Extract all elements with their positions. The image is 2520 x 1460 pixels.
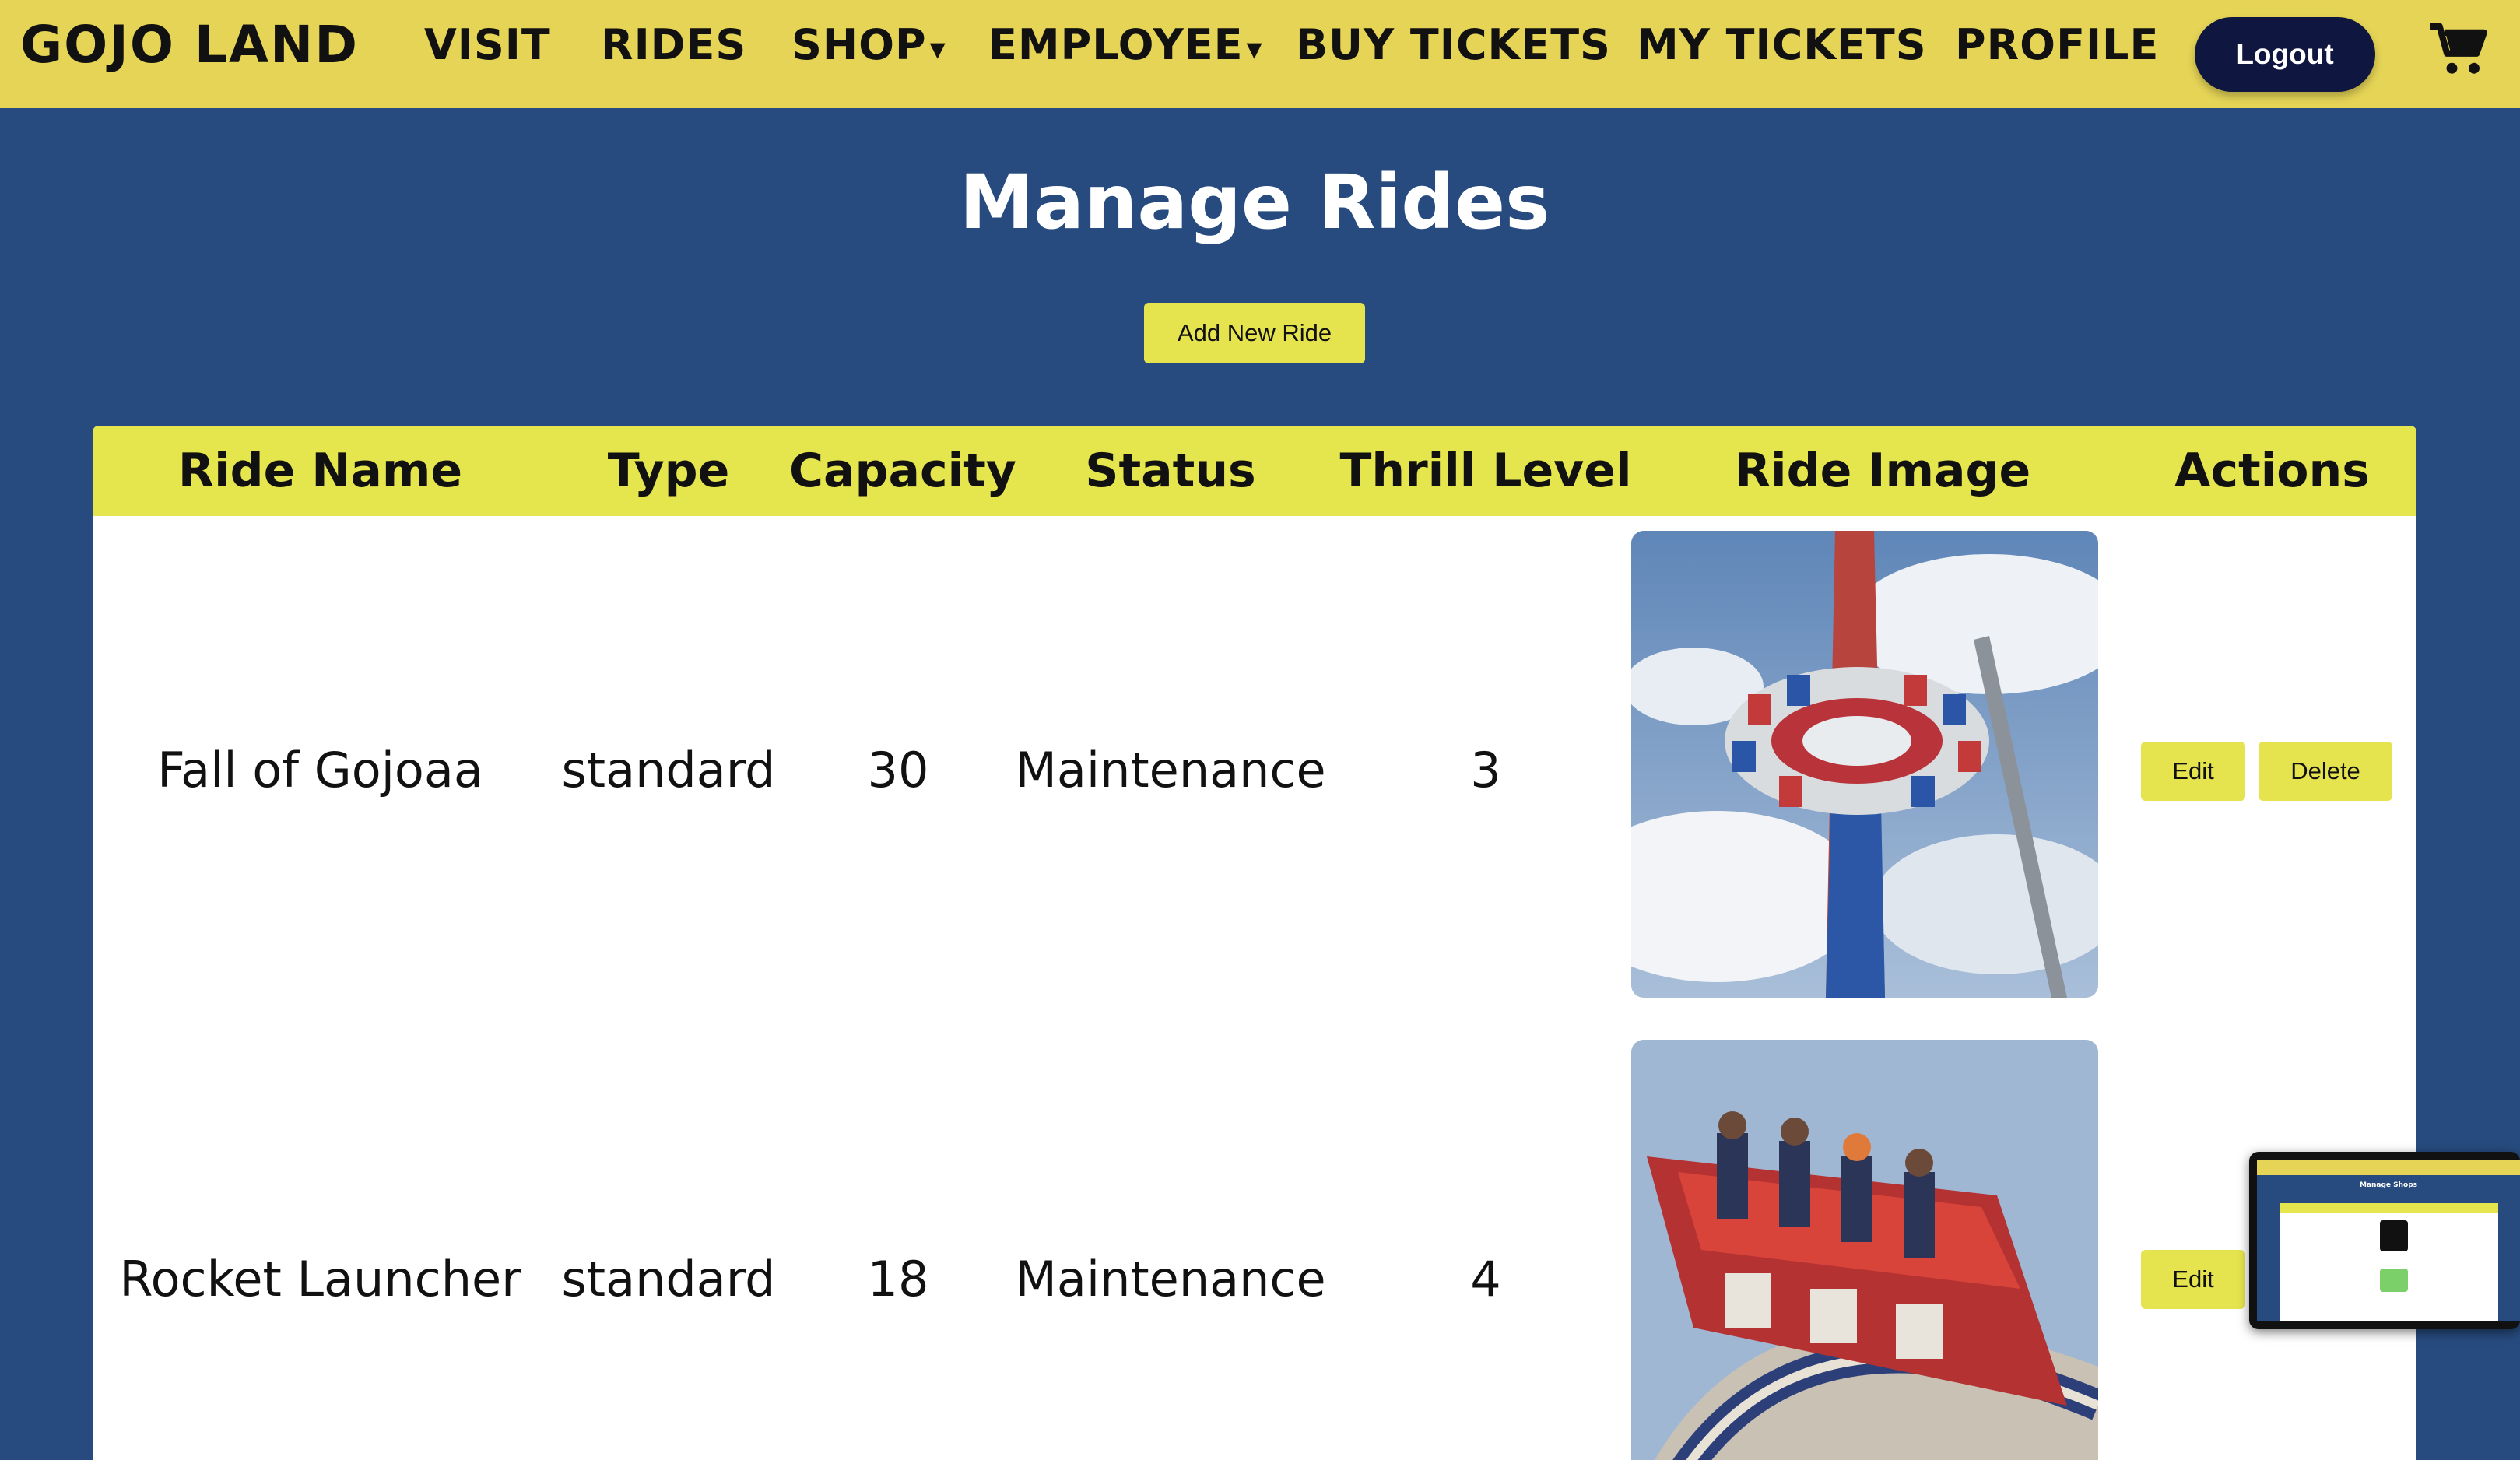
ride-type-cell: standard <box>561 742 776 798</box>
screenshot-preview-thumbnail[interactable]: Manage Shops <box>2249 1152 2520 1329</box>
preview-title: Manage Shops <box>2359 1181 2418 1189</box>
table-header: Ride Name Type Capacity Status Thrill Le… <box>93 426 2416 516</box>
preview-content: Manage Shops <box>2257 1160 2520 1321</box>
nav-shop-label: SHOP <box>791 20 927 69</box>
ride-name-cell: Fall of Gojoaa <box>157 742 483 798</box>
header-type: Type <box>607 444 730 498</box>
caret-down-icon: ▾ <box>1246 31 1263 67</box>
edit-button[interactable]: Edit <box>2141 1250 2245 1309</box>
nav-profile[interactable]: PROFILE <box>1955 0 2159 90</box>
nav-buy-tickets[interactable]: BUY TICKETS <box>1296 0 1611 90</box>
ride-name-cell: Rocket Launcher <box>119 1251 521 1307</box>
nav-employee-label: EMPLOYEE <box>988 20 1244 69</box>
ride-thrill-cell: 3 <box>1470 742 1501 798</box>
nav-my-tickets[interactable]: MY TICKETS <box>1637 0 1927 90</box>
edit-button[interactable]: Edit <box>2141 742 2245 801</box>
ride-type-cell: standard <box>561 1251 776 1307</box>
header-actions: Actions <box>2174 444 2370 498</box>
add-new-ride-button[interactable]: Add New Ride <box>1144 303 1365 363</box>
rides-table: Ride Name Type Capacity Status Thrill Le… <box>93 426 2416 1460</box>
ride-status-cell: Maintenance <box>1015 1251 1326 1307</box>
brand-logo[interactable]: GOJO LAND <box>20 0 359 90</box>
cart-icon[interactable] <box>2430 22 2489 78</box>
header-capacity: Capacity <box>789 444 1016 498</box>
ride-image <box>1631 531 2098 998</box>
logout-button[interactable]: Logout <box>2195 17 2375 92</box>
ride-image <box>1631 1040 2098 1460</box>
preview-navbar <box>2257 1160 2520 1175</box>
preview-item-image <box>2380 1269 2408 1292</box>
ride-thrill-cell: 4 <box>1470 1251 1501 1307</box>
nav-employee[interactable]: EMPLOYEE ▾ <box>988 0 1263 90</box>
nav-shop[interactable]: SHOP ▾ <box>791 0 946 90</box>
ride-capacity-cell: 30 <box>867 742 929 798</box>
preview-table-header <box>2280 1203 2498 1213</box>
header-ride-name: Ride Name <box>177 444 463 498</box>
ride-capacity-cell: 18 <box>867 1251 929 1307</box>
preview-shirt-image <box>2380 1220 2408 1251</box>
header-status: Status <box>1085 444 1256 498</box>
nav-rides[interactable]: RIDES <box>601 0 746 90</box>
navbar: GOJO LAND VISIT RIDES SHOP ▾ EMPLOYEE ▾ BU… <box>0 0 2520 108</box>
nav-visit[interactable]: VISIT <box>424 0 551 90</box>
ride-status-cell: Maintenance <box>1015 742 1326 798</box>
delete-button[interactable]: Delete <box>2259 742 2392 801</box>
header-ride-image: Ride Image <box>1734 444 2031 498</box>
preview-table <box>2280 1203 2498 1321</box>
page-title: Manage Rides <box>959 159 1550 246</box>
caret-down-icon: ▾ <box>929 31 946 67</box>
header-thrill-level: Thrill Level <box>1339 444 1632 498</box>
